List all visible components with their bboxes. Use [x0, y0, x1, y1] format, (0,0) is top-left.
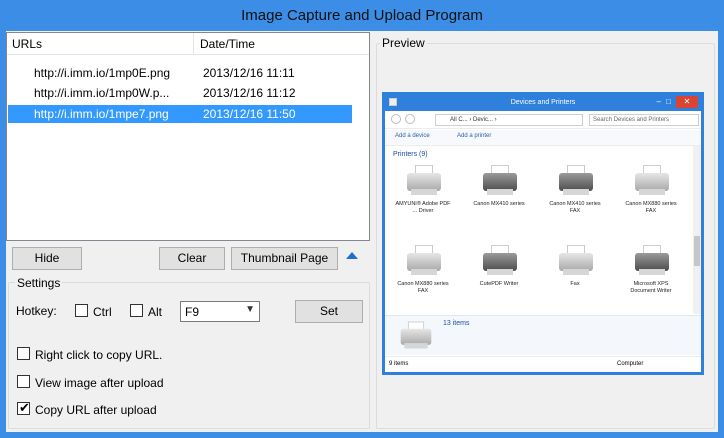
set-button[interactable]: Set — [295, 300, 363, 323]
table-row[interactable]: http://i.imm.io/1mp0W.p... 2013/12/16 11… — [8, 84, 352, 102]
printer-icon — [407, 245, 441, 275]
table-row[interactable]: http://i.imm.io/1mp0E.png 2013/12/16 11:… — [8, 64, 352, 82]
column-header-date-time[interactable]: Date/Time — [195, 33, 355, 55]
view-after-upload-checkbox[interactable] — [17, 375, 30, 388]
collapse-up-arrow-icon[interactable] — [346, 252, 358, 259]
checkmark-icon: ✔ — [19, 400, 30, 415]
printer-icon — [407, 165, 441, 195]
url-cell: http://i.imm.io/1mpe7.png — [34, 107, 169, 121]
add-printer-link: Add a printer — [457, 133, 492, 139]
alt-label: Alt — [148, 305, 163, 319]
printer-icon — [400, 321, 432, 349]
ctrl-checkbox[interactable] — [75, 304, 88, 317]
thumbnail-page-button[interactable]: Thumbnail Page — [231, 247, 338, 270]
preview-scrollbar — [693, 146, 701, 314]
printer-caption: Canon MX880 series FAX — [397, 281, 449, 294]
alt-checkbox[interactable] — [130, 304, 143, 317]
printer-item: Microsoft XPS Document Writer — [621, 243, 681, 311]
minimize-icon: – — [656, 97, 661, 106]
preview-search-box: Search Devices and Printers — [589, 114, 699, 126]
printer-caption: AMYUNI® Adobe PDF ... Driver — [395, 201, 451, 214]
right-click-copy-checkbox[interactable] — [17, 347, 30, 360]
settings-group-label: Settings — [15, 276, 63, 290]
window-icon — [389, 98, 397, 106]
printer-item: Fax — [545, 243, 605, 311]
hide-button[interactable]: Hide — [12, 247, 82, 270]
preview-address-bar: All C... › Devic... › — [435, 114, 583, 126]
hotkey-label: Hotkey: — [16, 304, 57, 318]
printer-caption: Canon MX880 series FAX — [625, 201, 677, 214]
printer-icon — [559, 165, 593, 195]
preview-group-label: Preview — [380, 36, 427, 50]
fax-icon — [559, 245, 593, 275]
table-row-selected[interactable]: http://i.imm.io/1mpe7.png 2013/12/16 11:… — [8, 105, 352, 123]
url-cell: http://i.imm.io/1mp0E.png — [34, 66, 171, 80]
printer-item: AMYUNI® Adobe PDF ... Driver — [393, 163, 453, 231]
window-title: Image Capture and Upload Program — [241, 7, 483, 24]
printer-icon — [483, 165, 517, 195]
printer-icon — [635, 245, 669, 275]
status-right: Computer — [617, 361, 644, 367]
printer-caption: CutePDF Writer — [479, 281, 519, 287]
list-header: URLs Date/Time — [7, 33, 369, 55]
printer-caption: Fax — [570, 281, 580, 287]
url-list[interactable]: URLs Date/Time http://i.imm.io/1mp0E.png… — [6, 32, 370, 241]
column-header-urls[interactable]: URLs — [7, 33, 194, 55]
hotkey-key-select[interactable]: F9 ▼ — [180, 301, 260, 322]
copy-url-after-upload-checkbox[interactable]: ✔ — [17, 400, 30, 415]
hotkey-key-value: F9 — [185, 305, 200, 319]
printer-item: Canon MX880 series FAX — [393, 243, 453, 311]
chevron-down-icon: ▼ — [245, 304, 255, 315]
copy-url-after-upload-label: Copy URL after upload — [35, 403, 157, 417]
add-device-link: Add a device — [395, 133, 430, 139]
printer-caption: Canon MX410 series FAX — [549, 201, 601, 214]
preview-details-pane: 13 items — [385, 315, 701, 355]
close-icon: ✕ — [676, 96, 698, 108]
printer-item: Canon MX410 series FAX — [545, 163, 605, 231]
preview-item-count: 13 items — [443, 320, 470, 327]
forward-icon — [405, 114, 415, 124]
client-area: URLs Date/Time http://i.imm.io/1mp0E.png… — [6, 31, 718, 432]
printer-item: Canon MX410 series — [469, 163, 529, 231]
printers-group-header: Printers (9) — [393, 151, 428, 158]
printer-item: Canon MX880 series FAX — [621, 163, 681, 231]
ctrl-label: Ctrl — [93, 305, 112, 319]
printer-icon — [635, 165, 669, 195]
maximize-icon: □ — [666, 97, 671, 106]
back-icon — [391, 114, 401, 124]
view-after-upload-label: View image after upload — [35, 376, 164, 390]
printer-item: CutePDF Writer — [469, 243, 529, 311]
preview-status-bar: 9 items Computer — [385, 356, 701, 372]
date-cell: 2013/12/16 11:12 — [203, 86, 296, 100]
date-cell: 2013/12/16 11:11 — [203, 66, 295, 80]
printer-caption: Canon MX410 series — [473, 201, 525, 207]
printer-icon — [483, 245, 517, 275]
right-click-copy-label: Right click to copy URL. — [35, 348, 163, 362]
clear-button[interactable]: Clear — [159, 247, 225, 270]
printer-caption: Microsoft XPS Document Writer — [630, 281, 672, 294]
preview-window-title: Devices and Printers — [385, 95, 701, 111]
url-cell: http://i.imm.io/1mp0W.p... — [34, 86, 170, 100]
preview-image: Devices and Printers – □ ✕ All C... › De… — [382, 92, 704, 375]
preview-toolbar: Add a device Add a printer — [385, 130, 701, 146]
preview-nav-bar: All C... › Devic... › Search Devices and… — [385, 111, 701, 129]
date-cell: 2013/12/16 11:50 — [203, 107, 296, 121]
status-left: 9 items — [389, 361, 409, 367]
